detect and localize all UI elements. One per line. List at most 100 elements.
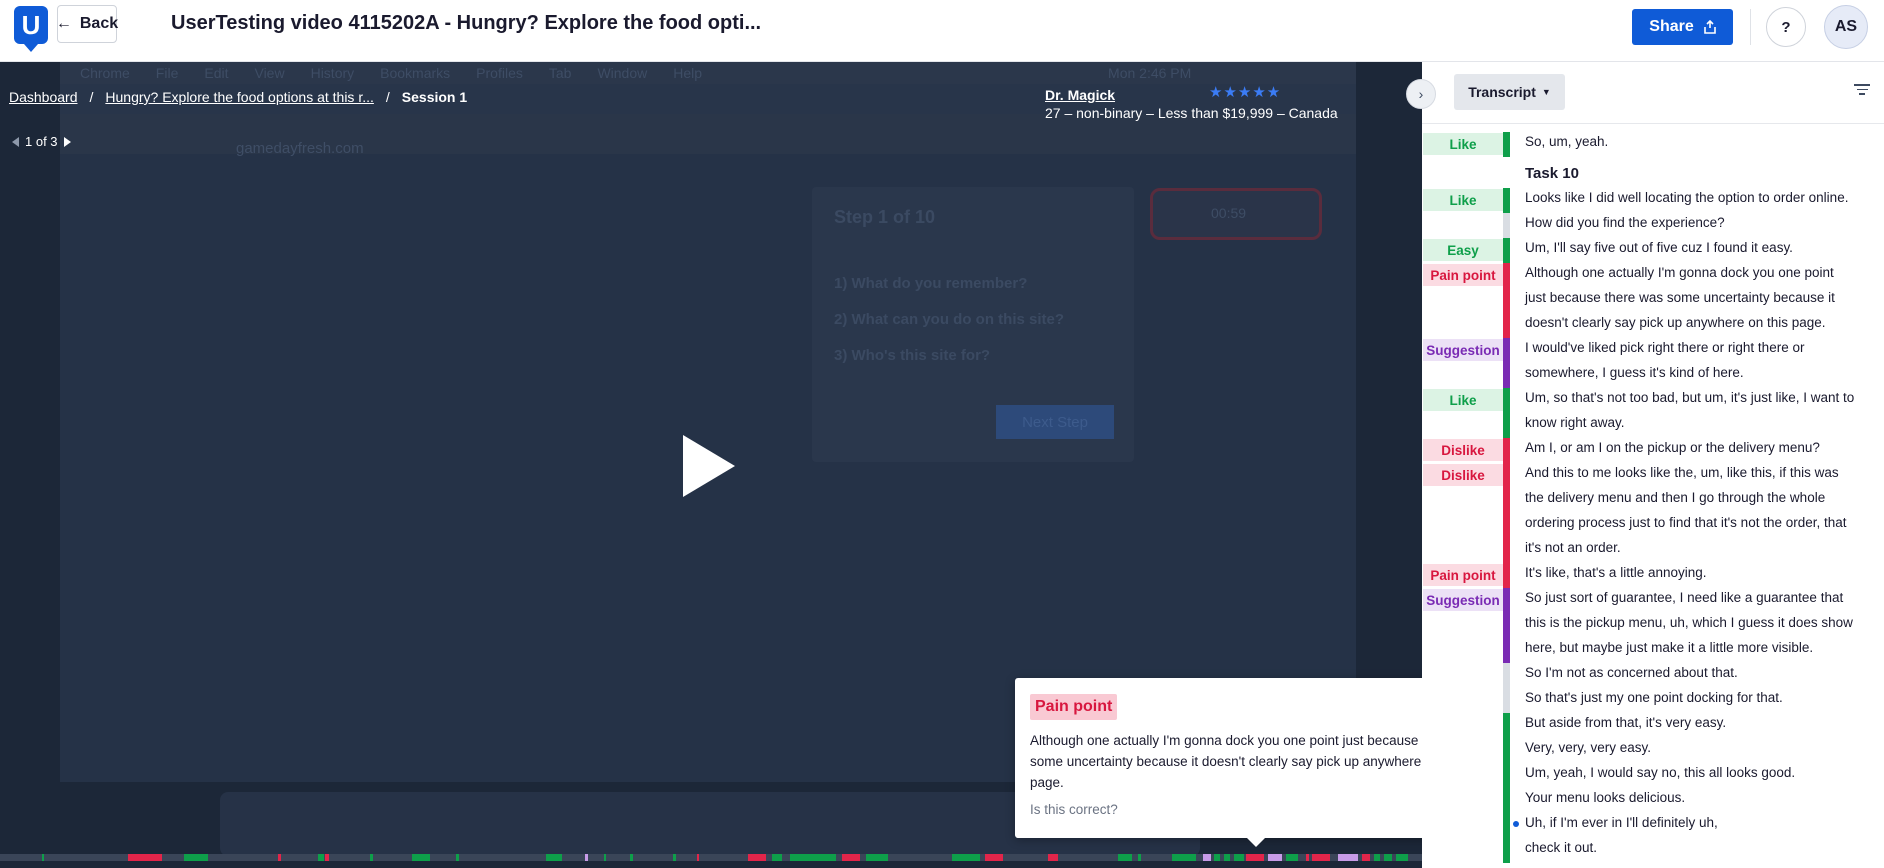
transcript-line[interactable]: Although one actually I'm gonna dock you… [1525, 265, 1834, 280]
timeline-tag-marker[interactable] [1384, 854, 1392, 861]
transcript-tag[interactable]: Pain point [1423, 564, 1503, 586]
transcript-tag[interactable]: Suggestion [1423, 339, 1503, 361]
timeline-tag-marker[interactable] [546, 854, 562, 861]
timeline-tag-marker[interactable] [1286, 854, 1298, 861]
video-timeline[interactable] [0, 854, 1422, 861]
timeline-tag-marker[interactable] [318, 854, 324, 861]
transcript-line[interactable]: this is the pickup menu, uh, which I gue… [1525, 615, 1853, 630]
timeline-tag-marker[interactable] [128, 854, 162, 861]
breadcrumb-dashboard[interactable]: Dashboard [9, 89, 78, 105]
timeline-tag-marker[interactable] [1306, 854, 1309, 861]
timeline-tag-marker[interactable] [1118, 854, 1132, 861]
timeline-tag-marker[interactable] [1338, 854, 1358, 861]
timeline-tag-marker[interactable] [278, 854, 281, 861]
transcript-line[interactable]: Um, I'll say five out of five cuz I foun… [1525, 240, 1793, 255]
timeline-tag-marker[interactable] [842, 854, 860, 861]
timeline-tag-marker[interactable] [325, 854, 329, 861]
transcript-line[interactable]: It's like, that's a little annoying. [1525, 565, 1707, 580]
transcript-tag[interactable]: Easy [1423, 239, 1503, 261]
transcript-line[interactable]: check it out. [1525, 840, 1597, 855]
timeline-tag-marker[interactable] [772, 854, 782, 861]
transcript-line[interactable]: Your menu looks delicious. [1525, 790, 1685, 805]
timeline-tag-marker[interactable] [456, 854, 459, 861]
timeline-tag-marker[interactable] [1374, 854, 1380, 861]
transcript-tag[interactable]: Dislike [1423, 439, 1503, 461]
tab-transcript[interactable]: Transcript ▼ [1454, 74, 1565, 110]
timeline-tag-marker[interactable] [412, 854, 430, 861]
transcript-line[interactable]: So, um, yeah. [1525, 134, 1608, 149]
transcript-tag[interactable]: Like [1423, 189, 1503, 211]
transcript-tag-bar [1503, 763, 1510, 788]
transcript-line[interactable]: doesn't clearly say pick up anywhere on … [1525, 315, 1826, 330]
prev-session-icon[interactable] [12, 136, 19, 147]
transcript-line[interactable]: Am I, or am I on the pickup or the deliv… [1525, 440, 1820, 455]
usertesting-logo[interactable]: U [14, 6, 48, 52]
tester-name[interactable]: Dr. Magick [1045, 87, 1338, 103]
timeline-tag-marker[interactable] [370, 854, 373, 861]
collapse-panel-icon[interactable]: › [1406, 79, 1436, 109]
transcript-tag[interactable]: Dislike [1423, 464, 1503, 486]
transcript-line[interactable]: Very, very, very easy. [1525, 740, 1651, 755]
timeline-tag-marker[interactable] [1234, 854, 1244, 861]
timeline-tag-marker[interactable] [1138, 854, 1141, 861]
timeline-tag-marker[interactable] [1224, 854, 1230, 861]
transcript-line[interactable]: Uh, if I'm ever in I'll definitely uh, [1525, 815, 1718, 830]
share-button[interactable]: Share [1632, 9, 1733, 45]
next-session-icon[interactable] [63, 136, 71, 147]
transcript-tag[interactable]: Like [1423, 389, 1503, 411]
transcript-line[interactable]: here, but maybe just make it a little mo… [1525, 640, 1813, 655]
timeline-tag-marker[interactable] [1214, 854, 1220, 861]
timeline-tag-marker[interactable] [1203, 854, 1211, 861]
timeline-tag-marker[interactable] [790, 854, 836, 861]
timeline-tag-marker[interactable] [1362, 854, 1370, 861]
timeline-tag-marker[interactable] [1048, 854, 1058, 861]
transcript-tag[interactable]: Pain point [1423, 264, 1503, 286]
timeline-tag-marker[interactable] [184, 854, 208, 861]
transcript-tag-bar [1503, 238, 1510, 263]
transcript-line[interactable]: How did you find the experience? [1525, 215, 1725, 230]
transcript-line[interactable]: it's not an order. [1525, 540, 1621, 555]
transcript-line[interactable]: So just sort of guarantee, I need like a… [1525, 590, 1843, 605]
filter-icon[interactable] [1854, 84, 1870, 96]
transcript-line[interactable]: I would've liked pick right there or rig… [1525, 340, 1804, 355]
timeline-tag-marker[interactable] [604, 854, 606, 861]
transcript-tag[interactable]: Like [1423, 133, 1503, 155]
popup-tag-badge: Pain point [1030, 694, 1118, 720]
breadcrumb-session: Session 1 [401, 89, 468, 105]
transcript-line[interactable]: So I'm not as concerned about that. [1525, 665, 1738, 680]
transcript-line[interactable]: Um, yeah, I would say no, this all looks… [1525, 765, 1795, 780]
transcript-line[interactable]: Um, so that's not too bad, but um, it's … [1525, 390, 1854, 405]
help-button[interactable]: ? [1766, 7, 1806, 47]
transcript-line[interactable]: ordering process just to find that it's … [1525, 515, 1847, 530]
recorded-menu-item: Tab [548, 65, 572, 81]
transcript-tag[interactable]: Suggestion [1423, 589, 1503, 611]
transcript-line[interactable]: But aside from that, it's very easy. [1525, 715, 1726, 730]
timeline-tag-marker[interactable] [673, 854, 676, 861]
transcript-line[interactable]: the delivery menu and then I go through … [1525, 490, 1825, 505]
transcript-line[interactable]: somewhere, I guess it's kind of here. [1525, 365, 1744, 380]
avatar[interactable]: AS [1824, 5, 1868, 49]
timeline-tag-marker[interactable] [1312, 854, 1330, 861]
play-icon[interactable] [683, 435, 735, 497]
timeline-tag-marker[interactable] [1396, 854, 1408, 861]
transcript-line[interactable]: just because there was some uncertainty … [1525, 290, 1835, 305]
share-icon [1703, 20, 1716, 34]
timeline-tag-marker[interactable] [42, 854, 44, 861]
back-button[interactable]: ← Back [56, 5, 118, 43]
page-title: UserTesting video 4115202A - Hungry? Exp… [171, 12, 762, 34]
timeline-tag-marker[interactable] [748, 854, 766, 861]
breadcrumb-test[interactable]: Hungry? Explore the food options at this… [105, 89, 374, 105]
timeline-tag-marker[interactable] [866, 854, 888, 861]
transcript-line[interactable]: So that's just my one point docking for … [1525, 690, 1783, 705]
timeline-tag-marker[interactable] [1246, 854, 1264, 861]
timeline-tag-marker[interactable] [630, 854, 633, 861]
timeline-tag-marker[interactable] [952, 854, 980, 861]
timeline-tag-marker[interactable] [1172, 854, 1196, 861]
timeline-tag-marker[interactable] [697, 854, 699, 861]
timeline-tag-marker[interactable] [1268, 854, 1282, 861]
transcript-line[interactable]: And this to me looks like the, um, like … [1525, 465, 1839, 480]
transcript-line[interactable]: know right away. [1525, 415, 1625, 430]
transcript-line[interactable]: Looks like I did well locating the optio… [1525, 190, 1848, 205]
timeline-tag-marker[interactable] [985, 854, 1003, 861]
timeline-tag-marker[interactable] [585, 854, 588, 861]
